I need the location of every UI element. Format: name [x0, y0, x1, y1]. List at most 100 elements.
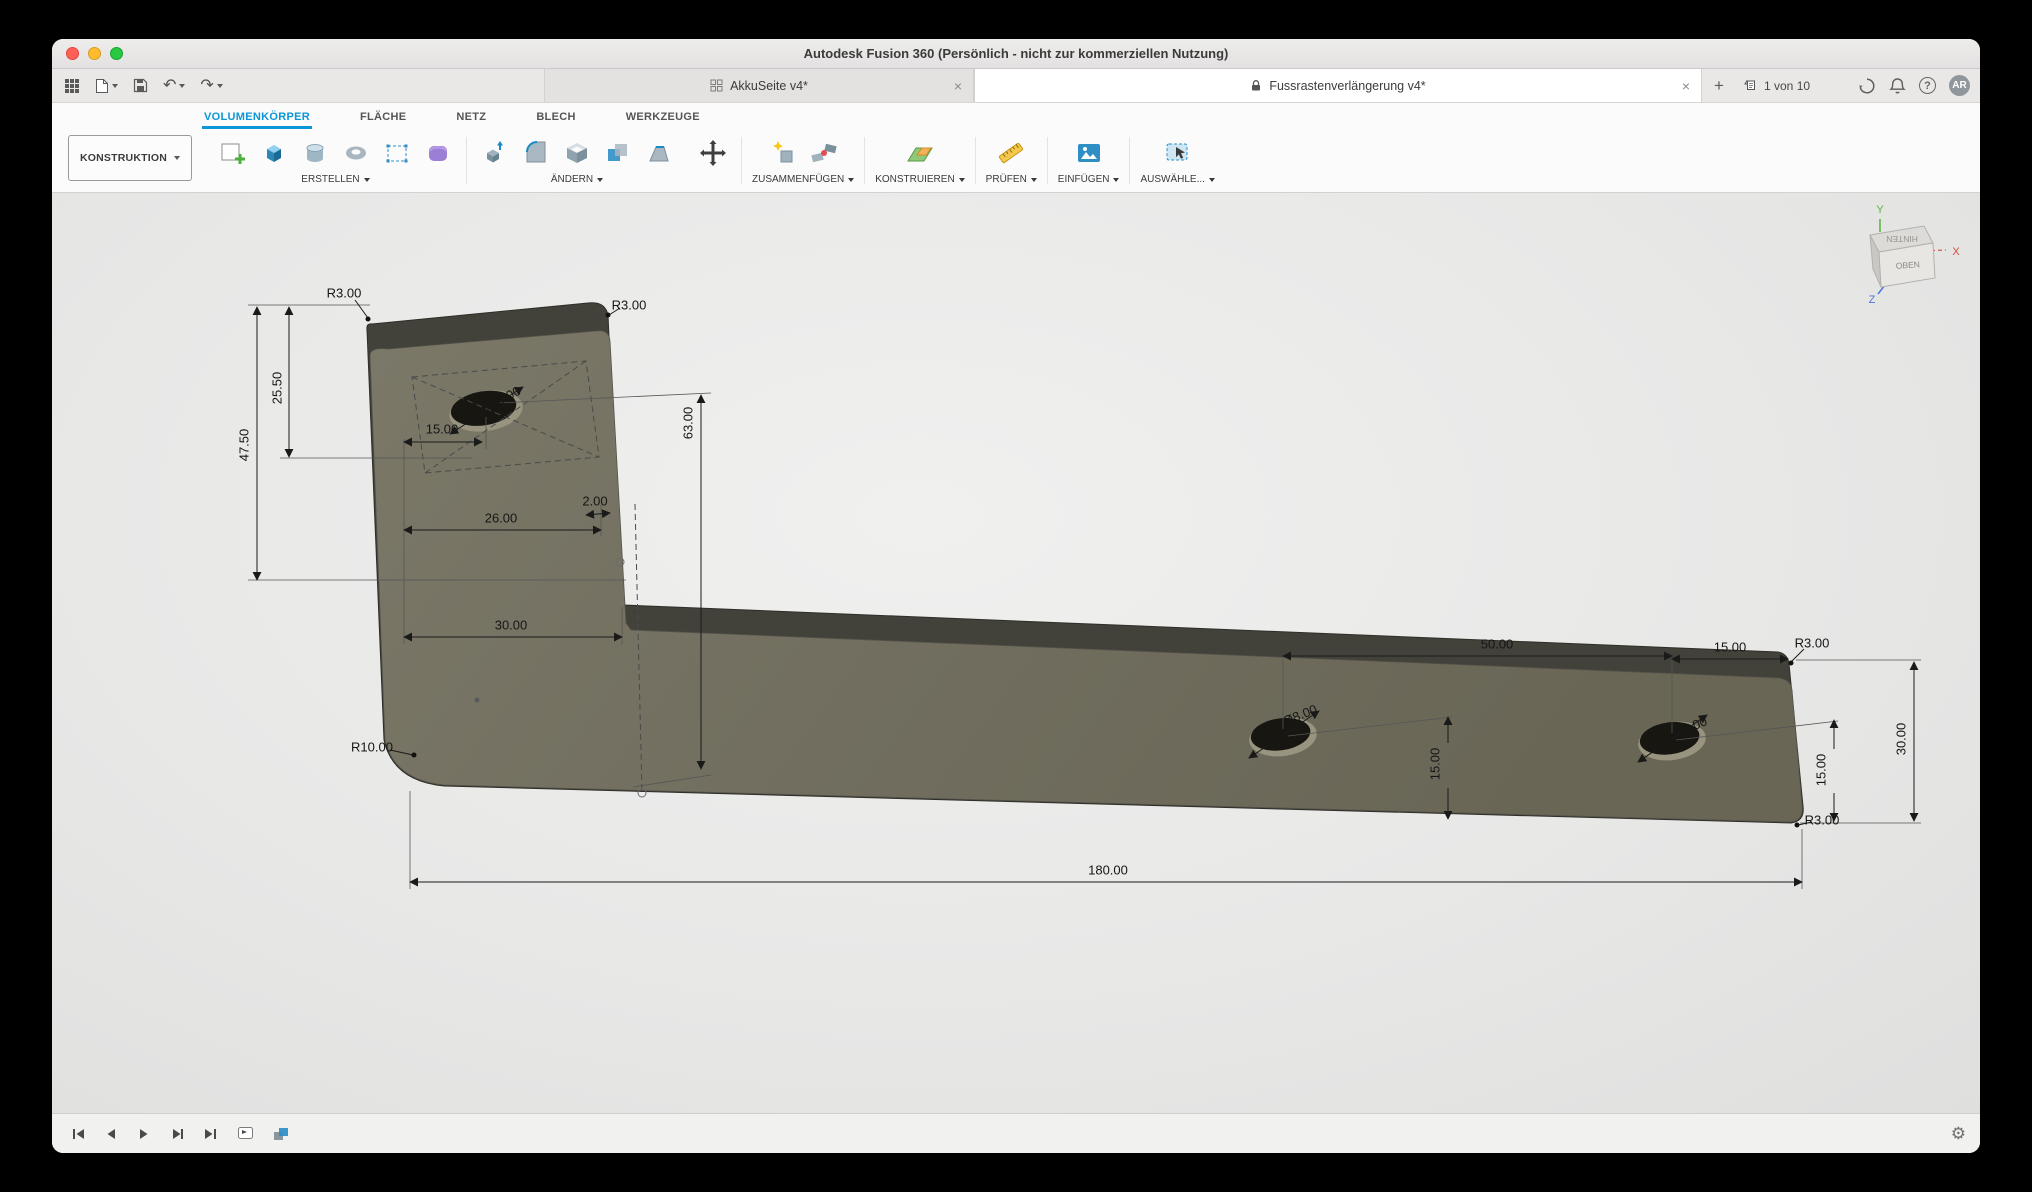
- group-label-erstellen[interactable]: ERSTELLEN: [301, 174, 369, 189]
- timeline-play-button[interactable]: [132, 1122, 156, 1146]
- dimension-label[interactable]: R3.00: [1805, 813, 1840, 828]
- ribbon-tab-bar: VOLUMENKÖRPER FLÄCHE NETZ BLECH WERKZEUG…: [52, 103, 1980, 129]
- document-type-icon: [710, 79, 723, 92]
- revolve-icon[interactable]: [297, 132, 333, 174]
- close-window-button[interactable]: [66, 47, 79, 60]
- group-move: [686, 129, 740, 192]
- notifications-bell-icon[interactable]: [1889, 77, 1906, 95]
- move-copy-icon[interactable]: [695, 132, 731, 174]
- dropdown-caret: [217, 84, 223, 88]
- version-counter[interactable]: 1 von 10: [1736, 69, 1818, 102]
- document-tab-fussrastenverlaengerung[interactable]: Fussrastenverlängerung v4* ×: [974, 69, 1702, 102]
- dimension-label[interactable]: 15.00: [1714, 640, 1747, 655]
- tab-netz[interactable]: NETZ: [454, 108, 488, 129]
- group-label-zusammenfuegen[interactable]: ZUSAMMENFÜGEN: [752, 174, 854, 189]
- dimension-label[interactable]: 15.00: [1814, 754, 1829, 787]
- dimension-label[interactable]: 2.00: [582, 494, 607, 509]
- create-sketch-icon[interactable]: [215, 132, 251, 174]
- form-icon[interactable]: [420, 132, 456, 174]
- group-auswaehlen: AUSWÄHLE...: [1131, 129, 1223, 192]
- dimension-label[interactable]: 15.00: [1428, 748, 1443, 781]
- dimension-label[interactable]: 15.00: [426, 422, 459, 437]
- new-tab-button[interactable]: +: [1702, 69, 1736, 102]
- hole-icon[interactable]: [338, 132, 374, 174]
- traffic-lights: [66, 47, 123, 60]
- dimension-label[interactable]: 26.00: [485, 511, 518, 526]
- viewcube-top-face-label[interactable]: HINTEN: [1886, 234, 1918, 244]
- document-tab-akkuseite[interactable]: AkkuSeite v4* ×: [544, 69, 974, 102]
- viewcube-front-face-label[interactable]: OBEN: [1895, 259, 1920, 271]
- undo-button[interactable]: ↶: [163, 78, 185, 94]
- minimize-window-button[interactable]: [88, 47, 101, 60]
- dimension-label[interactable]: 47.50: [237, 429, 252, 462]
- press-pull-icon[interactable]: [477, 132, 513, 174]
- dropdown-caret: [174, 156, 180, 160]
- axis-z-label: Z: [1869, 294, 1876, 306]
- document-tabs: AkkuSeite v4* × Fussrastenverlängerung v…: [544, 69, 1818, 102]
- extrude-icon[interactable]: [256, 132, 292, 174]
- group-label-einfuegen[interactable]: EINFÜGEN: [1058, 174, 1120, 189]
- new-component-icon[interactable]: [765, 132, 801, 174]
- fillet-icon[interactable]: [518, 132, 554, 174]
- axis-y-label: Y: [1876, 204, 1884, 216]
- konstruktion-button[interactable]: KONSTRUKTION: [68, 135, 192, 181]
- timeline-step-forward-button[interactable]: [165, 1122, 189, 1146]
- timeline-go-to-end-button[interactable]: [198, 1122, 222, 1146]
- timeline-step-back-button[interactable]: [99, 1122, 123, 1146]
- ribbon-separator: [975, 137, 976, 184]
- document-tab-bar: ↶ ↷ AkkuSeite v4* × Fussrastenverlängeru…: [52, 69, 1980, 103]
- timeline-settings-gear-icon[interactable]: ⚙: [1951, 1124, 1966, 1144]
- timeline-feature-group-icon[interactable]: [270, 1123, 292, 1145]
- data-panel-icon[interactable]: [64, 78, 80, 94]
- timeline-go-to-start-button[interactable]: [66, 1122, 90, 1146]
- ribbon-separator: [864, 137, 865, 184]
- zoom-window-button[interactable]: [110, 47, 123, 60]
- shell-icon[interactable]: [559, 132, 595, 174]
- timeline-marker-icon[interactable]: [235, 1123, 257, 1145]
- model-bracket[interactable]: [367, 303, 1803, 823]
- group-label-pruefen[interactable]: PRÜFEN: [986, 174, 1037, 189]
- canvas-viewport[interactable]: R3.00R3.0025.5047.5015.00Ø8.0063.0026.00…: [52, 193, 1980, 1113]
- dimension-label[interactable]: 25.50: [270, 372, 285, 405]
- group-aendern: ÄNDERN: [468, 129, 686, 192]
- measure-icon[interactable]: [993, 132, 1029, 174]
- combine-icon[interactable]: [600, 132, 636, 174]
- dimension-label[interactable]: 63.00: [681, 407, 696, 440]
- job-status-icon[interactable]: [1858, 77, 1876, 95]
- viewcube[interactable]: Y X Z HINTEN OBEN: [1834, 199, 1980, 311]
- dimension-label[interactable]: 30.00: [495, 618, 528, 633]
- tab-werkzeuge[interactable]: WERKZEUGE: [624, 108, 702, 129]
- dimension-label[interactable]: R3.00: [612, 298, 647, 313]
- redo-icon: ↷: [200, 78, 213, 94]
- group-label-auswaehlen[interactable]: AUSWÄHLE...: [1140, 174, 1214, 189]
- group-label-aendern[interactable]: ÄNDERN: [551, 174, 603, 189]
- konstruktion-label: KONSTRUKTION: [80, 152, 167, 164]
- dimension-label[interactable]: R3.00: [1795, 636, 1830, 651]
- dimension-label[interactable]: 30.00: [1894, 723, 1909, 756]
- redo-button[interactable]: ↷: [200, 78, 222, 94]
- pattern-icon[interactable]: [379, 132, 415, 174]
- tab-volumenkoerper[interactable]: VOLUMENKÖRPER: [202, 108, 312, 129]
- close-tab-icon[interactable]: ×: [1682, 78, 1690, 94]
- dropdown-caret: [112, 84, 118, 88]
- lock-icon: [1250, 79, 1262, 92]
- sketch-point[interactable]: [475, 698, 480, 703]
- help-icon[interactable]: ?: [1919, 77, 1936, 94]
- tab-blech[interactable]: BLECH: [534, 108, 577, 129]
- dropdown-caret: [179, 84, 185, 88]
- draft-icon[interactable]: [641, 132, 677, 174]
- dimension-label[interactable]: R3.00: [327, 286, 362, 301]
- select-icon[interactable]: [1160, 132, 1196, 174]
- tab-flaeche[interactable]: FLÄCHE: [358, 108, 408, 129]
- close-tab-icon[interactable]: ×: [954, 78, 962, 94]
- insert-canvas-icon[interactable]: [1071, 132, 1107, 174]
- joint-icon[interactable]: [806, 132, 842, 174]
- avatar[interactable]: AR: [1949, 75, 1970, 96]
- dimension-label[interactable]: R10.00: [351, 740, 393, 755]
- group-label-konstruieren[interactable]: KONSTRUIEREN: [875, 174, 964, 189]
- dimension-label[interactable]: 50.00: [1481, 637, 1514, 652]
- file-menu-button[interactable]: [95, 78, 118, 94]
- dimension-label[interactable]: 180.00: [1088, 863, 1128, 878]
- save-button[interactable]: [133, 78, 148, 93]
- construction-plane-icon[interactable]: [902, 132, 938, 174]
